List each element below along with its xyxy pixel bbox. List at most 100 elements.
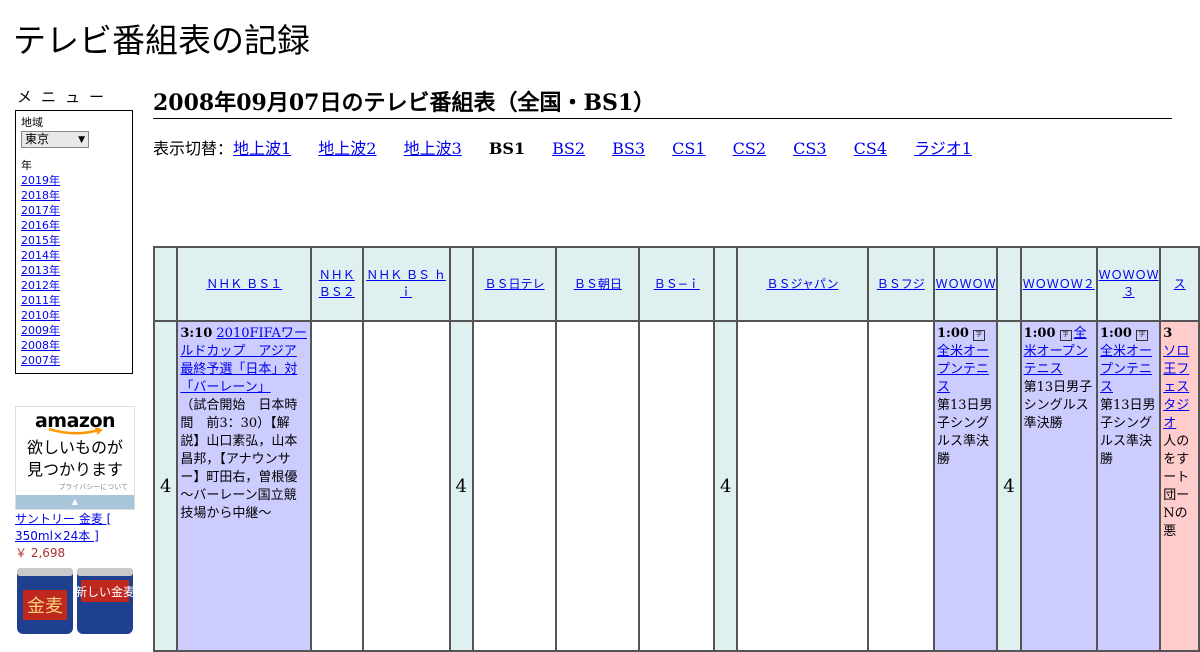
program-cell-nhkbshi [361, 320, 451, 652]
channel-header-bsntv: ＢＳ日テレ [471, 246, 558, 322]
channel-link-wowow3[interactable]: ＷＯＷＯＷ３ [1099, 268, 1159, 299]
program-cell-bsasahi [555, 320, 641, 652]
year-link-2007[interactable]: 2007年 [21, 353, 132, 368]
product-price: ￥ 2,698 [15, 546, 66, 560]
program-description: 第13日男子シングルス準決勝 [936, 398, 993, 467]
switch-tab-chijou2[interactable]: 地上波2 [318, 139, 376, 158]
channel-link-bsi[interactable]: ＢＳ−ｉ [654, 277, 700, 291]
channel-link-nhkbshi[interactable]: ＮＨＫ ＢＳ ｈｉ [366, 268, 446, 299]
switch-tab-bs1-current: BS1 [488, 139, 526, 158]
program-time: 1:00 [1099, 326, 1132, 341]
region-select-value: 東京 [25, 132, 50, 146]
channel-link-wowow2[interactable]: ＷＯＷＯＷ２ [1023, 277, 1095, 291]
hour-header [713, 246, 739, 322]
program-time: 3:10 [180, 326, 213, 341]
hour-cell: 4 [996, 320, 1022, 652]
product-name-line2: 350ml×24本 ] [15, 529, 99, 543]
display-switcher: 表示切替：地上波1 地上波2 地上波3 BS1 BS2 BS3 CS1 CS2 … [153, 135, 994, 159]
channel-link-wowow[interactable]: ＷＯＷＯＷ [936, 277, 996, 291]
switch-tab-bs3[interactable]: BS3 [612, 139, 645, 158]
hour-header [152, 246, 179, 322]
hour-header [996, 246, 1022, 322]
program-title-link[interactable]: ソロ王フェスタジオ [1163, 344, 1189, 431]
chevron-up-icon: ▲ [71, 497, 79, 506]
site-title: テレビ番組表の記録 [13, 21, 310, 60]
switch-tab-cs2[interactable]: CS2 [733, 139, 766, 158]
program-title-link[interactable]: 全米オープンテニス [1100, 344, 1152, 395]
switch-tab-bs2[interactable]: BS2 [552, 139, 585, 158]
year-link-2014[interactable]: 2014年 [21, 248, 132, 263]
hour-header [448, 246, 474, 322]
channel-header-nhkbs2: ＮＨＫ ＢＳ２ [310, 246, 364, 322]
amazon-ad[interactable]: amazon 欲しいものが 見つかります プライバシーについて ▲ [15, 406, 135, 510]
year-link-2009[interactable]: 2009年 [21, 323, 132, 338]
program-cell-bsfuji [866, 320, 935, 652]
year-link-2018[interactable]: 2018年 [21, 188, 132, 203]
region-select[interactable]: 東京 ▼ [21, 131, 89, 148]
chevron-down-icon: ▼ [78, 135, 85, 145]
svg-text:金麦: 金麦 [27, 596, 63, 617]
program-description: （試合開始 日本時間 前3：30）【解説】山口素弘，山本昌邦，【アナウンサー】町… [180, 398, 311, 521]
year-link-2016[interactable]: 2016年 [21, 218, 132, 233]
switch-tab-cs4[interactable]: CS4 [854, 139, 887, 158]
switcher-label: 表示切替： [153, 139, 234, 158]
program-time: 1:00 [936, 326, 969, 341]
switch-tab-cs1[interactable]: CS1 [672, 139, 705, 158]
hour-cell: 4 [713, 320, 739, 652]
svg-text:新しい金麦: 新しい金麦 [75, 584, 135, 599]
hour-cell: 4 [448, 320, 474, 652]
switch-tab-radio1[interactable]: ラジオ1 [914, 139, 972, 158]
channel-header-wowow2: ＷＯＷＯＷ２ [1019, 246, 1098, 322]
program-description: 人のをすート団ーNの悪 [1163, 434, 1190, 539]
product-name-line1: サントリー 金麦 [ [15, 512, 112, 526]
ad-text-line1: 欲しいものが [26, 438, 123, 457]
program-cell-wowow: 1:00 字全米オープンテニス 第13日男子シングルス準決勝 [932, 320, 999, 652]
channel-link-bsfuji[interactable]: ＢＳフジ [877, 277, 925, 291]
program-title-link[interactable]: 全米オープンテニス [937, 344, 989, 395]
program-cell-nhkbs2 [310, 320, 364, 652]
beer-can-image[interactable]: 金麦 新しい金麦 [15, 564, 135, 634]
program-cell-bsi [638, 320, 716, 652]
menu-box: 地域 東京 ▼ 年 2019年 2018年 2017年 2016年 2015年 … [15, 110, 133, 374]
year-link-2015[interactable]: 2015年 [21, 233, 132, 248]
hour-cell: 4 [152, 320, 179, 652]
year-link-2017[interactable]: 2017年 [21, 203, 132, 218]
channel-link-nhkbs1[interactable]: ＮＨＫ ＢＳ１ [206, 277, 282, 291]
program-description: 第13日男子シングルス準決勝 [1099, 398, 1156, 467]
switch-tab-chijou1[interactable]: 地上波1 [233, 139, 291, 158]
page-heading: 2008年09月07日のテレビ番組表（全国・BS1） [153, 85, 1172, 119]
switch-tab-chijou3[interactable]: 地上波3 [404, 139, 462, 158]
ad-expand-bar[interactable]: ▲ [16, 495, 134, 509]
channel-header-nhkbs1: ＮＨＫ ＢＳ１ [176, 246, 313, 322]
program-cell-wowow3: 1:00 字全米オープンテニス 第13日男子シングルス準決勝 [1095, 320, 1162, 652]
program-cell-nhkbs1: 3:10 2010FIFAワールドカップ アジア最終予選「日本」対「バーレーン」… [176, 320, 313, 652]
year-label: 年 [21, 159, 32, 172]
year-link-2013[interactable]: 2013年 [21, 263, 132, 278]
ad-text: 欲しいものが 見つかります [16, 437, 134, 481]
program-cell-bsntv [471, 320, 558, 652]
channel-header-row: ＮＨＫ ＢＳ１ ＮＨＫ ＢＳ２ ＮＨＫ ＢＳ ｈｉ ＢＳ日テレ ＢＳ朝日 ＢＳ−… [152, 246, 1200, 322]
program-description: 第13日男子シングルス準決勝 [1023, 380, 1093, 431]
switch-tab-cs3[interactable]: CS3 [793, 139, 826, 158]
program-cell-wowow2: 1:00 字全米オープンテニス 第13日男子シングルス準決勝 [1019, 320, 1098, 652]
ad-privacy-link[interactable]: プライバシーについて [16, 482, 134, 492]
program-cell-star: 3 ソロ王フェスタジオ 人のをすート団ーNの悪 [1159, 320, 1200, 652]
program-time: 3 [1163, 326, 1173, 341]
channel-header-wowow: ＷＯＷＯＷ [932, 246, 999, 322]
product-link[interactable]: サントリー 金麦 [ 350ml×24本 ] [15, 512, 111, 543]
channel-link-bsasahi[interactable]: ＢＳ朝日 [574, 277, 622, 291]
channel-link-bsjapan[interactable]: ＢＳジャパン [766, 277, 838, 291]
year-link-2019[interactable]: 2019年 [21, 173, 132, 188]
year-link-2010[interactable]: 2010年 [21, 308, 132, 323]
channel-header-wowow3: ＷＯＷＯＷ３ [1095, 246, 1162, 322]
channel-link-bsntv[interactable]: ＢＳ日テレ [485, 277, 545, 291]
year-link-2012[interactable]: 2012年 [21, 278, 132, 293]
year-link-2011[interactable]: 2011年 [21, 293, 132, 308]
amazon-logo: amazon [34, 410, 116, 432]
channel-link-nhkbs2[interactable]: ＮＨＫ ＢＳ２ [319, 268, 355, 299]
channel-header-bsasahi: ＢＳ朝日 [555, 246, 641, 322]
channel-link-star[interactable]: ス [1174, 277, 1186, 291]
data-broadcast-icon: 字 [1136, 330, 1149, 341]
program-cell-bsjapan [736, 320, 869, 652]
year-link-2008[interactable]: 2008年 [21, 338, 132, 353]
